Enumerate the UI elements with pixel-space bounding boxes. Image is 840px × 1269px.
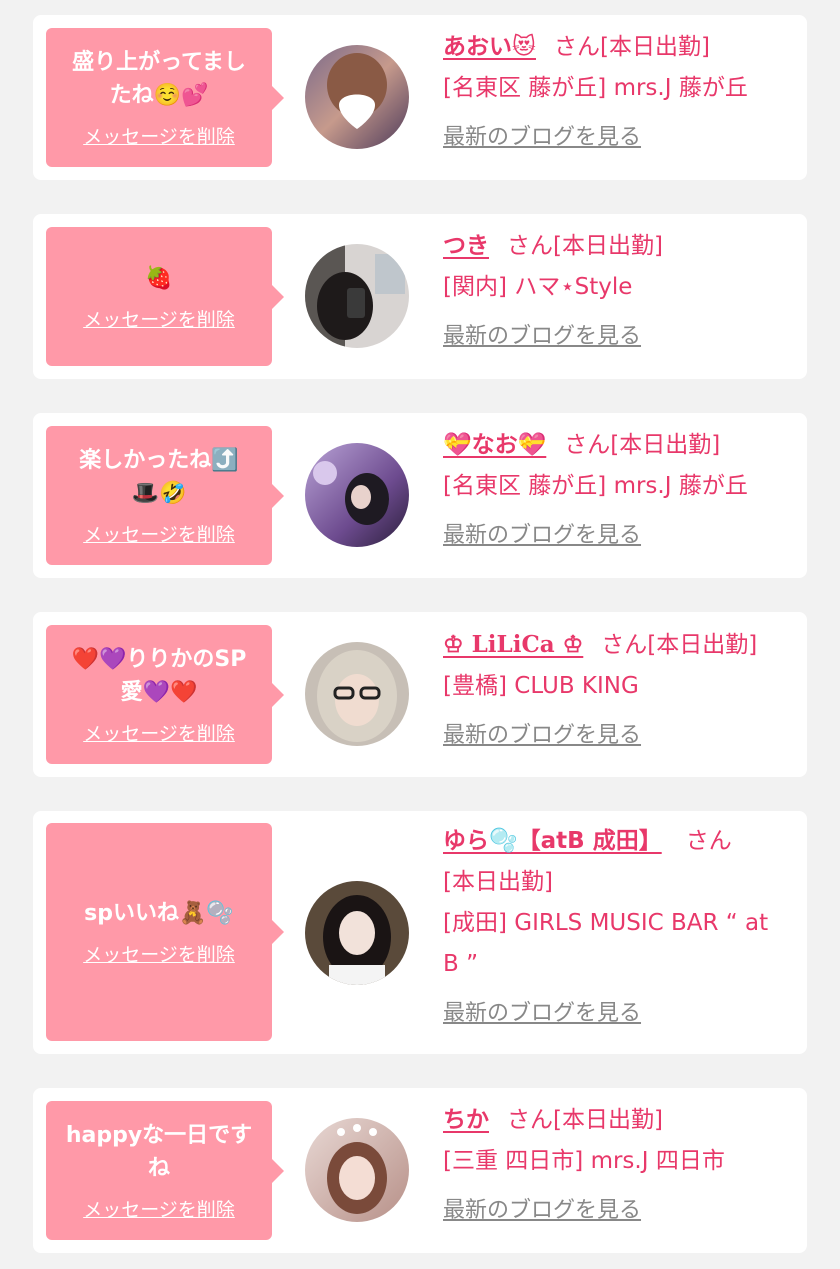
message-card: 🍓 メッセージを削除 つき さん[本日出勤] [関内] ハマ⋆Style 最新のブ… <box>33 214 807 379</box>
blog-link[interactable]: 最新のブログを見る <box>443 515 641 556</box>
message-line: ね <box>147 1156 170 1181</box>
attendance-status: [本日出勤] <box>553 233 663 259</box>
delete-message-link[interactable]: メッセージを削除 <box>83 1195 235 1222</box>
attendance-status: [本日出勤] <box>599 34 710 60</box>
honorific: さん <box>507 1107 553 1133</box>
honorific: さん <box>507 233 553 259</box>
avatar[interactable] <box>305 443 409 547</box>
attendance-status: [本日出勤] <box>610 432 721 458</box>
shop-name: [名東区 藤が丘] mrs.J 藤が丘 <box>443 473 748 499</box>
shop-name: [三重 四日市] mrs.J 四日市 <box>443 1148 725 1174</box>
cast-info: つき さん[本日出勤] [関内] ハマ⋆Style 最新のブログを見る <box>443 226 795 357</box>
avatar[interactable] <box>305 45 409 149</box>
delete-message-link[interactable]: メッセージを削除 <box>83 305 235 332</box>
shop-name: [豊橋] CLUB KING <box>443 673 639 699</box>
avatar[interactable] <box>305 244 409 348</box>
message-bubble: happyな一日です ね メッセージを削除 <box>46 1101 284 1240</box>
message-text: happyな一日です ね <box>56 1119 262 1185</box>
shop-name: [成田] GIRLS MUSIC BAR “ at B ” <box>443 910 769 977</box>
message-line: ❤️💜りりかのSP <box>71 647 247 672</box>
cast-name-link[interactable]: ♔ LiLiCa ♔ <box>443 631 583 658</box>
message-line: たね☺️💕 <box>109 83 209 108</box>
cast-name-link[interactable]: ゆら🫧【atB 成田】 <box>443 828 662 854</box>
message-line: 🎩🤣 <box>131 481 187 506</box>
message-bubble: ❤️💜りりかのSP 愛💜❤️ メッセージを削除 <box>46 625 284 764</box>
blog-link[interactable]: 最新のブログを見る <box>443 117 641 158</box>
shop-name: [関内] ハマ⋆Style <box>443 274 633 300</box>
cast-name-link[interactable]: ちか <box>443 1107 489 1133</box>
message-line: 愛💜❤️ <box>120 680 198 705</box>
message-bubble: 楽しかったね⤴️ 🎩🤣 メッセージを削除 <box>46 426 284 565</box>
attendance-status: [本日出勤] <box>443 869 553 895</box>
attendance-status: [本日出勤] <box>647 632 758 658</box>
message-text: 🍓 <box>56 262 262 295</box>
message-card: happyな一日です ね メッセージを削除 ちか さん[本日出勤] [三重 四日市… <box>33 1088 807 1253</box>
delete-message-link[interactable]: メッセージを削除 <box>83 940 235 967</box>
honorific: さん <box>685 828 732 854</box>
blog-link[interactable]: 最新のブログを見る <box>443 993 641 1034</box>
cast-info: ゆら🫧【atB 成田】 さん [本日出勤] [成田] GIRLS MUSIC BA… <box>443 821 795 1034</box>
honorific: さん <box>553 34 600 60</box>
delete-message-link[interactable]: メッセージを削除 <box>83 520 235 547</box>
message-bubble: 盛り上がってまし たね☺️💕 メッセージを削除 <box>46 28 284 167</box>
message-text: spいいね🧸🫧 <box>56 897 262 930</box>
shop-name: [名東区 藤が丘] mrs.J 藤が丘 <box>443 75 748 101</box>
avatar[interactable] <box>305 881 409 985</box>
cast-name-link[interactable]: つき <box>443 233 489 259</box>
cast-name-link[interactable]: 💝なお💝 <box>443 432 546 458</box>
delete-message-link[interactable]: メッセージを削除 <box>83 719 235 746</box>
attendance-status: [本日出勤] <box>553 1107 663 1133</box>
avatar[interactable] <box>305 1118 409 1222</box>
honorific: さん <box>601 632 648 658</box>
delete-message-link[interactable]: メッセージを削除 <box>83 122 235 149</box>
cast-info: ちか さん[本日出勤] [三重 四日市] mrs.J 四日市 最新のブログを見る <box>443 1100 795 1231</box>
message-card: spいいね🧸🫧 メッセージを削除 ゆら🫧【atB 成田】 さん [本日出勤] [成… <box>33 811 807 1054</box>
message-bubble: 🍓 メッセージを削除 <box>46 227 284 366</box>
message-line: happyな一日です <box>65 1123 253 1148</box>
message-bubble: spいいね🧸🫧 メッセージを削除 <box>46 823 284 1041</box>
message-line: 盛り上がってまし <box>72 50 246 75</box>
avatar[interactable] <box>305 642 409 746</box>
message-card: 楽しかったね⤴️ 🎩🤣 メッセージを削除 💝なお💝 さん[本日出勤] [名東区 藤… <box>33 413 807 578</box>
cast-info: 💝なお💝 さん[本日出勤] [名東区 藤が丘] mrs.J 藤が丘 最新のブログを… <box>443 425 795 556</box>
message-line: 🍓 <box>145 265 173 291</box>
message-text: ❤️💜りりかのSP 愛💜❤️ <box>56 643 262 709</box>
cast-name-link[interactable]: あおい😻 <box>443 34 536 60</box>
blog-link[interactable]: 最新のブログを見る <box>443 1190 641 1231</box>
cast-info: ♔ LiLiCa ♔ さん[本日出勤] [豊橋] CLUB KING 最新のブログ… <box>443 624 795 756</box>
message-text: 盛り上がってまし たね☺️💕 <box>56 46 262 112</box>
blog-link[interactable]: 最新のブログを見る <box>443 316 641 357</box>
message-card: 盛り上がってまし たね☺️💕 メッセージを削除 あおい😻 さん[本日出勤] [名東… <box>33 15 807 180</box>
message-card: ❤️💜りりかのSP 愛💜❤️ メッセージを削除 ♔ LiLiCa ♔ さん[本日出… <box>33 612 807 777</box>
cast-info: あおい😻 さん[本日出勤] [名東区 藤が丘] mrs.J 藤が丘 最新のブログを… <box>443 27 795 158</box>
message-line: spいいね🧸🫧 <box>84 901 234 926</box>
honorific: さん <box>564 432 611 458</box>
message-line: 楽しかったね⤴️ <box>79 448 239 473</box>
blog-link[interactable]: 最新のブログを見る <box>443 715 641 756</box>
message-text: 楽しかったね⤴️ 🎩🤣 <box>56 444 262 510</box>
